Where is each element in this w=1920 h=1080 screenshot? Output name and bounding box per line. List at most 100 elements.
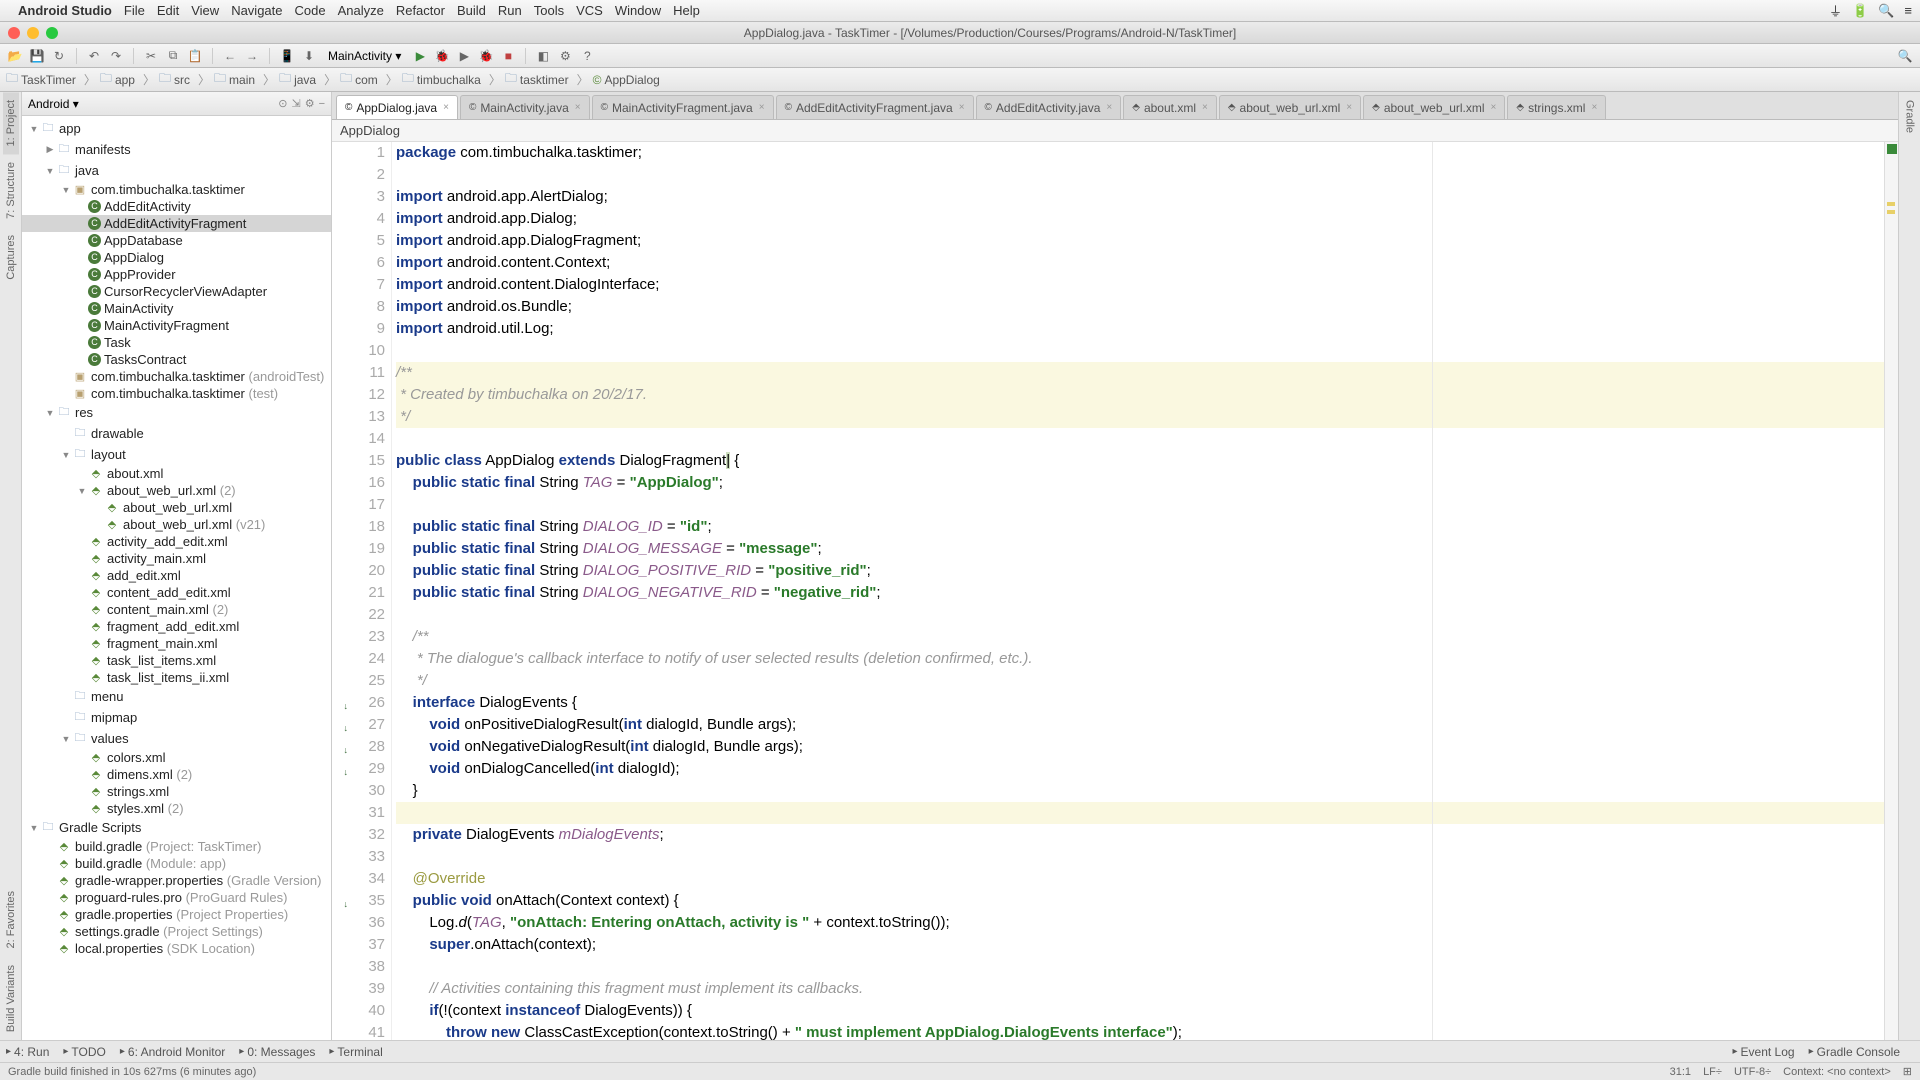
tree-node[interactable]: ⬘build.gradle (Project: TaskTimer) bbox=[22, 838, 331, 855]
back-icon[interactable]: ← bbox=[221, 47, 239, 65]
tree-node[interactable]: ⬘strings.xml bbox=[22, 783, 331, 800]
tool-tab-build-variants[interactable]: Build Variants bbox=[3, 957, 19, 1040]
forward-icon[interactable]: → bbox=[243, 47, 261, 65]
window-minimize-button[interactable] bbox=[27, 27, 39, 39]
tree-node[interactable]: ▼🗀Gradle Scripts bbox=[22, 817, 331, 838]
tree-node[interactable]: ⬘styles.xml (2) bbox=[22, 800, 331, 817]
tree-node[interactable]: ⬘content_add_edit.xml bbox=[22, 584, 331, 601]
tree-node[interactable]: CCursorRecyclerViewAdapter bbox=[22, 283, 331, 300]
error-stripe[interactable] bbox=[1884, 142, 1898, 1040]
bottom-tab-todo[interactable]: ▸TODO bbox=[63, 1045, 105, 1059]
project-tree[interactable]: ▼🗀app▶🗀manifests▼🗀java▼▣com.timbuchalka.… bbox=[22, 116, 331, 1040]
sdk-icon[interactable]: ⬇ bbox=[300, 47, 318, 65]
tree-node[interactable]: ⬘build.gradle (Module: app) bbox=[22, 855, 331, 872]
tree-node[interactable]: ⬘about.xml bbox=[22, 465, 331, 482]
tree-node[interactable]: ⬘dimens.xml (2) bbox=[22, 766, 331, 783]
tree-node[interactable]: ⬘task_list_items.xml bbox=[22, 652, 331, 669]
menu-navigate[interactable]: Navigate bbox=[231, 3, 282, 18]
help-icon[interactable]: ? bbox=[578, 47, 596, 65]
tree-node[interactable]: CAddEditActivity bbox=[22, 198, 331, 215]
tree-node[interactable]: ⬘about_web_url.xml (v21) bbox=[22, 516, 331, 533]
tree-node[interactable]: ⬘content_main.xml (2) bbox=[22, 601, 331, 618]
tree-node[interactable]: ▼⬘about_web_url.xml (2) bbox=[22, 482, 331, 499]
tool-tab-7--structure[interactable]: 7: Structure bbox=[3, 154, 19, 227]
battery-icon[interactable]: 🔋 bbox=[1852, 3, 1868, 19]
tree-node[interactable]: ▶🗀manifests bbox=[22, 139, 331, 160]
tree-node[interactable]: CAppProvider bbox=[22, 266, 331, 283]
breadcrumb-item[interactable]: 🗀app bbox=[100, 69, 135, 90]
code-area[interactable]: package com.timbuchalka.tasktimer; impor… bbox=[392, 142, 1884, 1040]
status-item[interactable]: Context: <no context> bbox=[1783, 1066, 1891, 1078]
attach-icon[interactable]: 🐞 bbox=[477, 47, 495, 65]
tree-node[interactable]: CTasksContract bbox=[22, 351, 331, 368]
tree-node[interactable]: ⬘fragment_main.xml bbox=[22, 635, 331, 652]
tree-node[interactable]: ▣com.timbuchalka.tasktimer (androidTest) bbox=[22, 368, 331, 385]
collapse-all-icon[interactable]: ⇲ bbox=[291, 97, 300, 110]
close-icon[interactable]: × bbox=[1591, 102, 1597, 113]
status-item[interactable]: ⊞ bbox=[1903, 1066, 1912, 1078]
tree-node[interactable]: ⬘activity_main.xml bbox=[22, 550, 331, 567]
editor-tab[interactable]: ©AddEditActivity.java× bbox=[976, 95, 1122, 119]
editor-tab[interactable]: ⬘about_web_url.xml× bbox=[1219, 95, 1361, 119]
tree-node[interactable]: ⬘local.properties (SDK Location) bbox=[22, 940, 331, 957]
menu-refactor[interactable]: Refactor bbox=[396, 3, 445, 18]
breadcrumb-item[interactable]: 🗀src bbox=[159, 69, 190, 90]
breadcrumb-item[interactable]: 🗀timbuchalka bbox=[402, 69, 481, 90]
bottom-tab-4--run[interactable]: ▸4: Run bbox=[6, 1045, 49, 1059]
gutter[interactable]: 1234567891011121314151617181920212223242… bbox=[332, 142, 392, 1040]
warning-mark[interactable] bbox=[1887, 202, 1895, 206]
close-icon[interactable]: × bbox=[1106, 102, 1112, 113]
editor-tab[interactable]: ⬘about_web_url.xml× bbox=[1363, 95, 1505, 119]
paste-icon[interactable]: 📋 bbox=[186, 47, 204, 65]
debug-icon[interactable]: 🐞 bbox=[433, 47, 451, 65]
run-icon[interactable]: ▶ bbox=[411, 47, 429, 65]
search-icon[interactable]: 🔍 bbox=[1896, 47, 1914, 65]
menu-window[interactable]: Window bbox=[615, 3, 661, 18]
save-icon[interactable]: 💾 bbox=[28, 47, 46, 65]
notifications-icon[interactable]: ≡ bbox=[1904, 3, 1912, 18]
menu-code[interactable]: Code bbox=[295, 3, 326, 18]
tree-node[interactable]: ⬘add_edit.xml bbox=[22, 567, 331, 584]
close-icon[interactable]: × bbox=[759, 102, 765, 113]
bottom-tab-gradle-console[interactable]: ▸Gradle Console bbox=[1809, 1045, 1900, 1059]
sync-icon[interactable]: ↻ bbox=[50, 47, 68, 65]
tree-node[interactable]: CMainActivity bbox=[22, 300, 331, 317]
breadcrumb-item[interactable]: 🗀tasktimer bbox=[505, 69, 569, 90]
tree-node[interactable]: ⬘proguard-rules.pro (ProGuard Rules) bbox=[22, 889, 331, 906]
close-icon[interactable]: × bbox=[1491, 102, 1497, 113]
bottom-tab-6--android-monitor[interactable]: ▸6: Android Monitor bbox=[120, 1045, 225, 1059]
tree-node[interactable]: ⬘gradle.properties (Project Properties) bbox=[22, 906, 331, 923]
open-icon[interactable]: 📂 bbox=[6, 47, 24, 65]
menu-vcs[interactable]: VCS bbox=[576, 3, 603, 18]
editor-breadcrumb[interactable]: AppDialog bbox=[332, 120, 1898, 142]
undo-icon[interactable]: ↶ bbox=[85, 47, 103, 65]
editor-tab[interactable]: ©MainActivity.java× bbox=[460, 95, 590, 119]
editor-tab[interactable]: ⬘about.xml× bbox=[1123, 95, 1217, 119]
tree-node[interactable]: ⬘settings.gradle (Project Settings) bbox=[22, 923, 331, 940]
scroll-from-source-icon[interactable]: ⊙ bbox=[278, 97, 287, 110]
close-icon[interactable]: × bbox=[1202, 102, 1208, 113]
tree-node[interactable]: ▼🗀app bbox=[22, 118, 331, 139]
tool-tab-1--project[interactable]: 1: Project bbox=[3, 92, 19, 154]
menu-tools[interactable]: Tools bbox=[534, 3, 564, 18]
stop-icon[interactable]: ■ bbox=[499, 47, 517, 65]
tree-node[interactable]: CAddEditActivityFragment bbox=[22, 215, 331, 232]
copy-icon[interactable]: ⧉ bbox=[164, 47, 182, 65]
tree-node[interactable]: CMainActivityFragment bbox=[22, 317, 331, 334]
menu-file[interactable]: File bbox=[124, 3, 145, 18]
settings-icon[interactable]: ⚙ bbox=[305, 97, 315, 110]
layout-inspector-icon[interactable]: ◧ bbox=[534, 47, 552, 65]
menu-view[interactable]: View bbox=[191, 3, 219, 18]
tree-node[interactable]: CTask bbox=[22, 334, 331, 351]
tree-node[interactable]: 🗀menu bbox=[22, 686, 331, 707]
tree-node[interactable]: 🗀mipmap bbox=[22, 707, 331, 728]
editor-body[interactable]: 1234567891011121314151617181920212223242… bbox=[332, 142, 1898, 1040]
editor-tab[interactable]: ⬘strings.xml× bbox=[1507, 95, 1606, 119]
tool-tab-gradle[interactable]: Gradle bbox=[1902, 92, 1918, 141]
wifi-icon[interactable]: ⏚ bbox=[1829, 1, 1842, 20]
close-icon[interactable]: × bbox=[443, 102, 449, 113]
tree-node[interactable]: ▼🗀values bbox=[22, 728, 331, 749]
tree-node[interactable]: ⬘fragment_add_edit.xml bbox=[22, 618, 331, 635]
menu-build[interactable]: Build bbox=[457, 3, 486, 18]
tree-node[interactable]: ▼🗀java bbox=[22, 160, 331, 181]
